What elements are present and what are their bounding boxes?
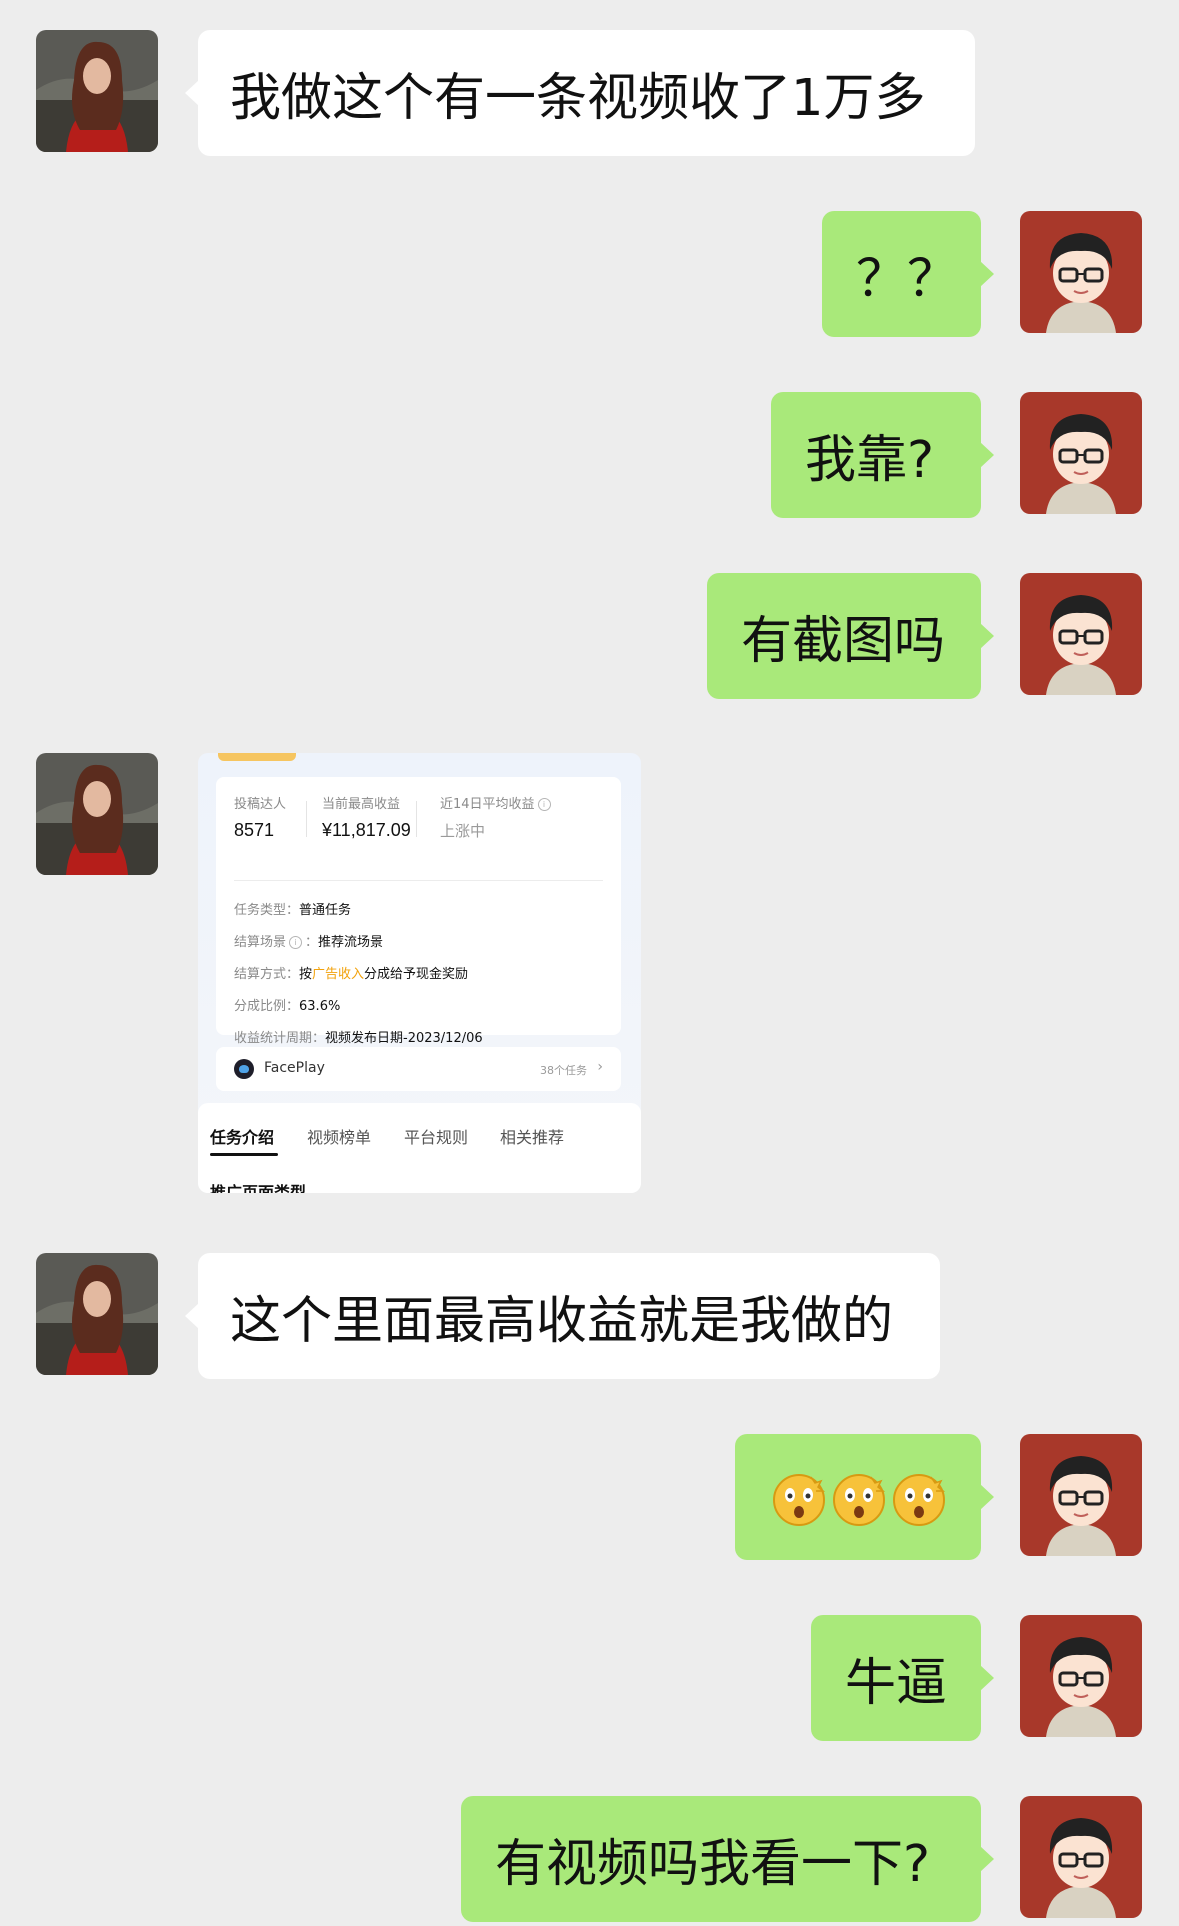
message-bubble-outgoing[interactable]: 牛逼 (811, 1615, 994, 1741)
tab-platform-rules[interactable]: 平台规则 (404, 1124, 468, 1148)
stat-value: 上涨中 (440, 823, 486, 840)
faceplay-row[interactable]: FacePlay 38个任务 › (216, 1047, 621, 1091)
task-count: 38个任务 (540, 1064, 587, 1077)
astonished-emoji-icon (829, 1467, 889, 1527)
task-type-row: 任务类型：普通任务 (234, 899, 351, 918)
my-avatar[interactable] (1020, 573, 1142, 695)
stat-creators: 投稿达人 8571 (234, 793, 286, 841)
row-value: 63.6% (299, 999, 341, 1014)
stat-label-text: 近14日平均收益 (440, 797, 535, 812)
my-avatar[interactable] (1020, 1796, 1142, 1918)
contact-avatar[interactable] (36, 1253, 158, 1375)
row-value: 分成给予现金奖励 (364, 967, 469, 982)
my-avatar[interactable] (1020, 211, 1142, 333)
divider (416, 801, 417, 837)
row-label: 任务类型： (234, 903, 300, 918)
message-bubble-outgoing[interactable]: 有截图吗 (707, 573, 994, 699)
badge-decoration (218, 753, 296, 761)
message-text: ？？ (856, 250, 959, 309)
astonished-emoji-icon (889, 1467, 949, 1527)
my-avatar[interactable] (1020, 1615, 1142, 1737)
settlement-scene-row: 结算场景 i ：推荐流场景 (234, 935, 384, 950)
my-avatar[interactable] (1020, 1434, 1142, 1556)
share-ratio-row: 分成比例：63.6% (234, 995, 340, 1014)
message-bubble-outgoing[interactable]: 我靠? (771, 392, 994, 518)
stat-value: ¥11,817.09 (322, 820, 411, 840)
my-avatar[interactable] (1020, 392, 1142, 514)
tab-task-intro[interactable]: 任务介绍 (210, 1124, 274, 1148)
stat-value: 8571 (234, 820, 275, 840)
task-stats-card: 投稿达人 8571 当前最高收益 ¥11,817.09 近14日平均收益 i 上涨… (216, 777, 621, 1046)
section-heading-cut: 推广页面类型 (210, 1183, 307, 1193)
row-value: 推荐流场景 (318, 935, 384, 950)
row-value: 视频发布日期-2023/12/06 (325, 1031, 483, 1046)
message-bubble-incoming[interactable]: 我做这个有一条视频收了1万多 (185, 30, 975, 156)
contact-avatar[interactable] (36, 753, 158, 875)
faceplay-name: FacePlay (264, 1060, 325, 1076)
message-text: 牛逼 (845, 1654, 948, 1713)
info-icon[interactable]: i (537, 798, 551, 811)
row-value: 普通任务 (299, 903, 352, 918)
chevron-right-icon: › (597, 1059, 603, 1075)
tab-underline (210, 1153, 278, 1156)
message-bubble-incoming[interactable]: 这个里面最高收益就是我做的 (185, 1253, 940, 1379)
message-bubble-outgoing[interactable]: ？？ (822, 211, 994, 337)
message-bubble-outgoing[interactable] (735, 1434, 994, 1560)
stat-period-row: 收益统计周期：视频发布日期-2023/12/06 (234, 1027, 483, 1046)
message-bubble-outgoing[interactable]: 有视频吗我看一下? (461, 1796, 994, 1922)
divider (234, 880, 603, 881)
stat-avg-earnings: 近14日平均收益 i 上涨中 (440, 793, 554, 841)
astonished-emoji-icon (769, 1467, 829, 1527)
row-label: 结算方式： (234, 967, 300, 982)
faceplay-logo-icon (234, 1059, 254, 1079)
divider (306, 801, 307, 837)
row-value: 按 (299, 967, 313, 982)
row-label: 收益统计周期： (234, 1031, 326, 1046)
row-highlight: 广告收入 (312, 967, 365, 982)
message-text: 这个里面最高收益就是我做的 (230, 1292, 894, 1351)
tab-related[interactable]: 相关推荐 (500, 1124, 564, 1148)
stat-label: 当前最高收益 (322, 797, 401, 812)
tab-video-ranking[interactable]: 视频榜单 (307, 1124, 371, 1148)
contact-avatar[interactable] (36, 30, 158, 152)
info-icon[interactable]: i (289, 936, 303, 949)
message-text: 我做这个有一条视频收了1万多 (230, 69, 926, 128)
tab-bar: 任务介绍 视频榜单 平台规则 相关推荐 推广页面类型 (198, 1103, 641, 1193)
message-text: 有截图吗 (741, 612, 946, 671)
row-label: 分成比例： (234, 999, 300, 1014)
stat-label: 投稿达人 (234, 797, 287, 812)
message-text: 有视频吗我看一下? (495, 1835, 931, 1894)
row-label: 结算场景 (234, 935, 287, 950)
image-message-screenshot[interactable]: 投稿达人 8571 当前最高收益 ¥11,817.09 近14日平均收益 i 上涨… (198, 753, 641, 1193)
stat-label: 近14日平均收益 i (440, 793, 554, 812)
stat-top-earnings: 当前最高收益 ¥11,817.09 (322, 793, 411, 841)
settlement-method-row: 结算方式：按广告收入分成给予现金奖励 (234, 963, 468, 982)
message-text: 我靠? (805, 431, 935, 490)
